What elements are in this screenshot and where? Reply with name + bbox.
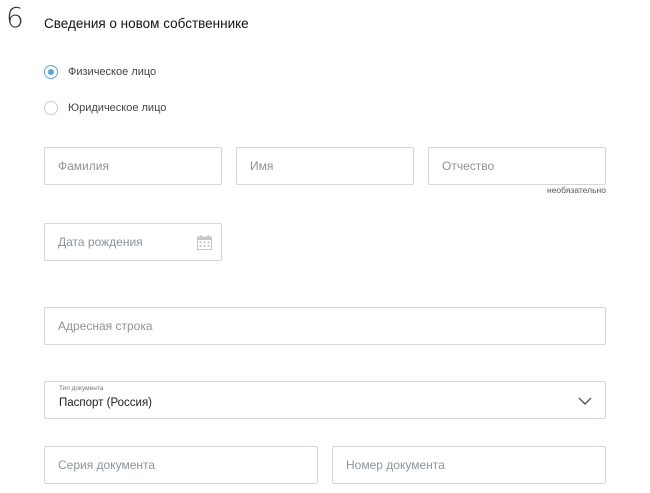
birth-date-input[interactable] (45, 224, 221, 260)
first-name-field[interactable] (236, 147, 414, 185)
first-name-input[interactable] (237, 148, 413, 184)
optional-hint: необязательно (547, 185, 606, 195)
radio-label-legal-entity: Юридическое лицо (68, 102, 167, 114)
birth-date-field[interactable] (44, 223, 222, 261)
radio-label-individual: Физическое лицо (68, 66, 157, 78)
new-owner-form: 6 Сведения о новом собственнике Физическ… (0, 0, 650, 493)
radio-button-individual[interactable] (44, 65, 58, 79)
document-number-field[interactable] (332, 446, 606, 484)
address-field[interactable] (44, 307, 606, 345)
document-number-input[interactable] (333, 447, 605, 483)
document-series-input[interactable] (45, 447, 317, 483)
address-input[interactable] (45, 308, 605, 344)
radio-legal-entity[interactable]: Юридическое лицо (44, 101, 166, 115)
last-name-input[interactable] (45, 148, 221, 184)
radio-individual[interactable]: Физическое лицо (44, 65, 156, 79)
last-name-field[interactable] (44, 147, 222, 185)
patronymic-field[interactable] (428, 147, 606, 185)
section-title: Сведения о новом собственнике (44, 16, 249, 31)
chevron-down-icon[interactable] (578, 394, 592, 408)
document-type-value: Паспорт (Россия) (59, 397, 153, 409)
radio-button-legal-entity[interactable] (44, 101, 58, 115)
document-type-caption: Тип документа (59, 385, 104, 392)
patronymic-input[interactable] (429, 148, 605, 184)
calendar-icon[interactable] (197, 235, 212, 250)
document-series-field[interactable] (44, 446, 318, 484)
step-number: 6 (6, 1, 24, 34)
document-type-select[interactable]: Тип документа Паспорт (Россия) (44, 381, 606, 419)
